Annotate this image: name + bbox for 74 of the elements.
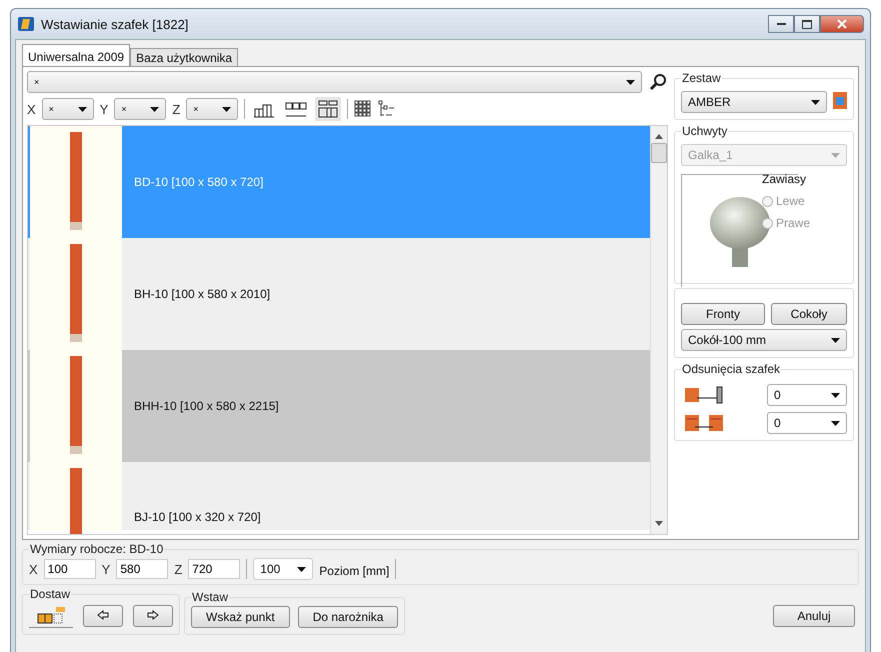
hinges-label: Zawiasy xyxy=(762,172,808,186)
maximize-button[interactable] xyxy=(794,15,820,33)
caret-icon xyxy=(78,106,87,112)
window-title: Wstawianie szafek [1822] xyxy=(41,16,190,32)
left-arrow-icon xyxy=(97,610,109,620)
wall-offset-icon xyxy=(685,386,725,404)
level-dropdown[interactable]: 100 xyxy=(253,558,314,580)
axis-dropdown[interactable]: × xyxy=(114,98,166,120)
cabinet-name: BD-10 [100 x 580 x 720] xyxy=(134,175,264,189)
cabinet-offset-icon xyxy=(685,414,725,432)
dimension-field[interactable]: 100 xyxy=(44,559,96,579)
set-dropdown[interactable]: AMBER xyxy=(681,91,827,113)
group-label: Wstaw xyxy=(191,590,229,604)
dimension-field[interactable]: 720 xyxy=(188,559,240,579)
filter-dropdown[interactable]: × xyxy=(27,71,642,93)
cabinet-name: BHH-10 [100 x 580 x 2215] xyxy=(134,399,279,413)
insert-button[interactable]: Wskaż punkt xyxy=(191,606,290,628)
offset-dropdown[interactable]: 0 xyxy=(767,384,847,406)
minimize-button[interactable] xyxy=(768,15,794,33)
right-arrow-icon xyxy=(147,610,159,620)
caret-icon xyxy=(831,338,840,342)
plinths-button[interactable]: Cokoły xyxy=(771,303,847,325)
plinth-dropdown[interactable]: Cokół-100 mm xyxy=(681,329,847,351)
tab[interactable]: Uniwersalna 2009 xyxy=(22,44,130,66)
scrollbar[interactable] xyxy=(650,126,667,534)
cabinet-view-icon[interactable] xyxy=(285,100,308,118)
axis-dropdown[interactable]: × xyxy=(186,98,238,120)
next-button[interactable] xyxy=(133,604,173,626)
app-icon xyxy=(17,15,35,33)
tree-view-icon[interactable] xyxy=(378,100,396,118)
maximize-icon xyxy=(802,20,812,28)
cabinet-name: BJ-10 [100 x 320 x 720] xyxy=(134,510,261,524)
insert-button[interactable]: Do narożnika xyxy=(298,606,398,628)
scroll-down-icon[interactable] xyxy=(655,521,663,526)
close-icon xyxy=(837,19,847,29)
caret-icon xyxy=(150,106,160,112)
caret-icon xyxy=(831,392,840,398)
axis-label: Y xyxy=(100,102,108,116)
group-label: Dostaw xyxy=(29,587,72,601)
axis-label: X xyxy=(29,562,38,576)
axis-label: Z xyxy=(174,562,182,576)
close-button[interactable] xyxy=(820,15,864,33)
level-label: Poziom [mm] xyxy=(319,564,390,578)
axis-label: Y xyxy=(102,562,110,576)
caret-icon xyxy=(626,80,635,84)
caret-icon xyxy=(831,420,840,426)
cabinet-name: BH-10 [100 x 580 x 2010] xyxy=(134,287,270,301)
previous-button[interactable] xyxy=(83,604,123,626)
scroll-up-icon[interactable] xyxy=(655,134,663,139)
cabinet-list-item[interactable]: BH-10 [100 x 580 x 2010] xyxy=(28,238,650,350)
cabinet-icon[interactable] xyxy=(833,91,847,109)
scrollbar-thumb[interactable] xyxy=(651,143,667,163)
caret-icon xyxy=(297,566,306,572)
group-label: Odsunięcia szafek xyxy=(681,362,782,376)
axis-label: Z xyxy=(172,102,180,116)
minimize-icon xyxy=(776,22,786,26)
group-label: Uchwyty xyxy=(681,124,728,138)
fronts-button[interactable]: Fronty xyxy=(681,303,765,325)
offset-dropdown[interactable]: 0 xyxy=(767,412,847,434)
caret-icon xyxy=(811,100,820,104)
search-icon[interactable] xyxy=(648,72,668,92)
cabinet-view-icon[interactable] xyxy=(317,100,340,118)
group-label: Wymiary robocze: BD-10 xyxy=(29,542,164,556)
cabinet-list-item[interactable]: BHH-10 [100 x 580 x 2215] xyxy=(28,350,650,462)
cabinets-icon xyxy=(36,606,66,624)
axis-dropdown[interactable]: × xyxy=(42,98,94,120)
tab[interactable]: Baza użytkownika xyxy=(130,48,238,66)
group-label: Zestaw xyxy=(681,71,722,85)
caret-icon xyxy=(222,106,232,112)
dimension-field[interactable]: 580 xyxy=(116,559,168,579)
caret-icon xyxy=(831,152,840,158)
grid-view-icon[interactable] xyxy=(354,100,372,118)
axis-label: X xyxy=(27,102,36,116)
cancel-button[interactable]: Anuluj xyxy=(773,605,855,627)
